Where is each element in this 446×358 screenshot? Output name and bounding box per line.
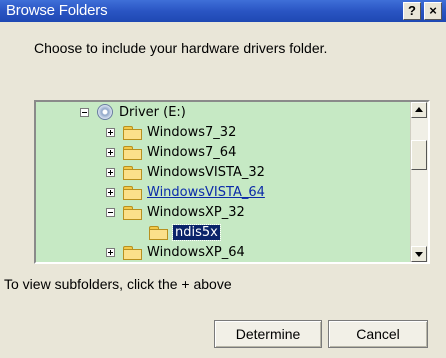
expand-expander[interactable] [106,147,115,157]
close-button[interactable]: × [424,2,442,20]
tree-item-windowsvista-32[interactable]: WindowsVISTA_32 [106,162,265,182]
expand-expander[interactable] [106,187,115,197]
vertical-scrollbar[interactable] [410,102,428,262]
help-button[interactable]: ? [403,2,421,20]
scroll-thumb[interactable] [411,140,427,170]
scroll-down-arrow-icon[interactable] [411,246,427,262]
tree-item-driver-e[interactable]: Driver (E:) [80,102,186,122]
tree-item-label: WindowsVISTA_64 [147,184,265,200]
folder-tree[interactable]: Driver (E:) Windows7_32 Windows7_64 Wind… [34,100,430,264]
tree-item-windows7-64[interactable]: Windows7_64 [106,142,236,162]
tree-item-label: WindowsVISTA_32 [147,164,265,180]
tree-item-label: ndis5x [172,223,221,241]
expand-expander[interactable] [106,247,115,257]
dialog-prompt: Choose to include your hardware drivers … [34,40,328,56]
subfolder-hint: To view subfolders, click the + above [4,276,232,292]
tree-item-windowsxp-32[interactable]: WindowsXP_32 [106,202,245,222]
open-folder-icon [149,225,168,240]
tree-item-windowsxp-64[interactable]: WindowsXP_64 [106,242,245,262]
folder-icon [123,165,142,180]
scroll-up-arrow-icon[interactable] [411,102,427,118]
folder-icon [123,125,142,140]
expand-expander[interactable] [106,167,115,177]
tree-item-label: Windows7_32 [147,124,237,140]
cd-drive-icon [97,104,113,120]
title-bar[interactable]: Browse Folders ? × [0,0,446,22]
tree-item-label: Windows7_64 [147,144,237,160]
tree-item-ndis5x[interactable]: ndis5x [149,222,221,242]
expand-expander[interactable] [106,127,115,137]
folder-icon [123,205,142,220]
tree-item-label: Driver (E:) [119,104,186,120]
browse-folders-dialog: { "window": { "title": "Browse Folders",… [0,0,446,358]
tree-item-windowsvista-64[interactable]: WindowsVISTA_64 [106,182,265,202]
tree-item-windows7-32[interactable]: Windows7_32 [106,122,236,142]
determine-button[interactable]: Determine [214,320,322,348]
folder-icon [123,245,142,260]
cancel-button[interactable]: Cancel [328,320,428,348]
collapse-expander[interactable] [80,107,89,117]
folder-icon [123,145,142,160]
folder-icon [123,185,142,200]
collapse-expander[interactable] [106,207,115,217]
tree-item-label: WindowsXP_32 [147,204,245,220]
tree-item-label: WindowsXP_64 [147,244,245,260]
window-title: Browse Folders [6,2,108,19]
